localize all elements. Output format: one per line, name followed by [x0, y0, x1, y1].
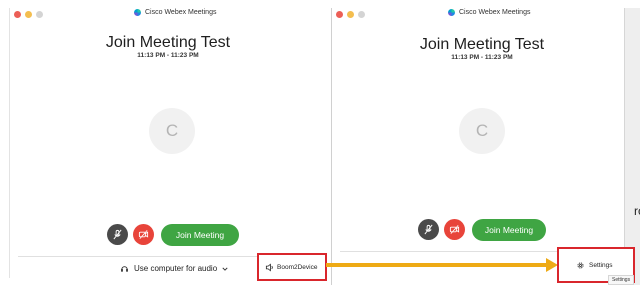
stop-video-button[interactable]	[444, 219, 465, 240]
background-window-edge	[624, 8, 640, 285]
meeting-time: 11:13 PM - 11:23 PM	[137, 52, 199, 59]
avatar: C	[149, 108, 195, 154]
avatar: C	[459, 108, 505, 154]
app-title: Cisco Webex Meetings	[145, 9, 217, 16]
avatar-initial: C	[165, 121, 179, 140]
audio-device-button[interactable]: Boom2Device	[265, 263, 317, 272]
settings-label: Settings	[589, 262, 613, 269]
app-title-bar: Cisco Webex Meetings	[134, 9, 216, 16]
audio-connection-icon	[121, 266, 128, 272]
meeting-window-right: Cisco Webex Meetings Join Meeting Test 1…	[331, 8, 640, 285]
video-muted-icon	[138, 230, 149, 239]
mute-button[interactable]	[107, 224, 128, 245]
meeting-title: Join Meeting Test	[105, 34, 231, 51]
arrow-icon	[326, 263, 546, 267]
close-window-button[interactable]	[336, 11, 343, 18]
settings-button[interactable]: Settings	[576, 261, 613, 270]
window-controls[interactable]	[14, 11, 43, 21]
join-meeting-button[interactable]: Join Meeting	[472, 219, 546, 241]
avatar-initial: C	[475, 121, 489, 140]
chevron-down-icon	[222, 267, 228, 271]
webex-logo-icon	[134, 9, 141, 16]
app-title: Cisco Webex Meetings	[459, 9, 531, 16]
minimize-window-button[interactable]	[347, 11, 354, 18]
zoom-window-button[interactable]	[358, 11, 365, 18]
minimize-window-button[interactable]	[25, 11, 32, 18]
meeting-time: 11:13 PM - 11:23 PM	[451, 54, 513, 61]
video-muted-icon	[449, 225, 460, 234]
app-title-bar: Cisco Webex Meetings	[448, 9, 530, 16]
background-window-text: rc	[634, 204, 640, 218]
speaker-icon	[265, 263, 273, 272]
settings-tooltip: Settings	[608, 275, 635, 285]
gear-icon	[577, 262, 584, 269]
audio-device-label: Boom2Device	[277, 264, 318, 271]
stop-video-button[interactable]	[133, 224, 154, 245]
window-controls[interactable]	[336, 11, 365, 21]
audio-device-highlight: Boom2Device	[257, 253, 327, 281]
zoom-window-button[interactable]	[36, 11, 43, 18]
audio-option-label: Use computer for audio	[134, 264, 218, 273]
mute-button[interactable]	[418, 219, 439, 240]
microphone-muted-icon	[113, 229, 122, 240]
meeting-title: Join Meeting Test	[419, 36, 545, 53]
microphone-muted-icon	[424, 224, 433, 235]
webex-logo-icon	[448, 9, 455, 16]
join-meeting-button[interactable]: Join Meeting	[161, 224, 239, 246]
audio-connection-dropdown[interactable]: Use computer for audio	[120, 264, 228, 273]
close-window-button[interactable]	[14, 11, 21, 18]
meeting-window-left: Cisco Webex Meetings Join Meeting Test 1…	[9, 8, 326, 278]
